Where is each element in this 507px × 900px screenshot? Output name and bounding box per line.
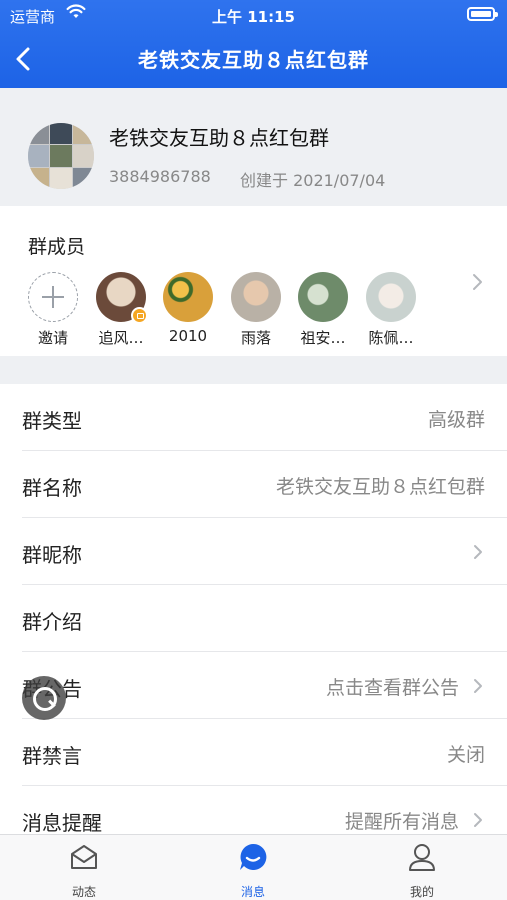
chevron-right-icon bbox=[474, 545, 482, 559]
row-group-mute[interactable]: 群禁言 关闭 bbox=[0, 719, 507, 786]
row-value: 点击查看群公告 bbox=[325, 677, 459, 699]
members-section: 群成员 邀请 追风… 2010 雨落 祖安… 陈佩… bbox=[0, 206, 507, 356]
member-name: 祖安… bbox=[300, 329, 346, 347]
avatar bbox=[231, 272, 281, 322]
member-item[interactable]: 陈佩… bbox=[361, 272, 421, 348]
nav-bar: 老铁交友互助８点红包群 bbox=[0, 30, 507, 88]
member-item[interactable]: 追风… bbox=[91, 272, 151, 348]
assistive-float-button[interactable] bbox=[22, 676, 66, 720]
group-name: 老铁交友互助８点红包群 bbox=[109, 126, 329, 150]
lock-badge-icon bbox=[131, 307, 148, 324]
back-arrow-icon[interactable] bbox=[6, 41, 42, 77]
member-name: 邀请 bbox=[37, 329, 68, 347]
chat-bubble-icon bbox=[240, 843, 267, 870]
row-label: 群禁言 bbox=[22, 744, 82, 768]
row-label: 群名称 bbox=[22, 476, 82, 500]
user-icon bbox=[409, 844, 435, 871]
chevron-right-icon[interactable] bbox=[469, 272, 485, 292]
battery-icon bbox=[467, 7, 498, 21]
member-name: 2010 bbox=[168, 327, 208, 345]
members-label: 群成员 bbox=[28, 236, 86, 258]
tab-messages[interactable]: 消息 bbox=[213, 841, 293, 900]
avatar bbox=[366, 272, 416, 322]
row-value: 关闭 bbox=[446, 744, 485, 766]
member-item[interactable]: 祖安… bbox=[293, 272, 353, 348]
member-name: 雨落 bbox=[240, 329, 271, 347]
header: 运营商 上午 11:15 老铁交友互助８点红包群 bbox=[0, 0, 507, 88]
avatar bbox=[298, 272, 348, 322]
row-label: 群类型 bbox=[22, 409, 82, 433]
row-group-notice[interactable]: 群公告 点击查看群公告 bbox=[0, 652, 507, 719]
row-value: 提醒所有消息 bbox=[344, 811, 459, 833]
group-created-date: 创建于 2021/07/04 bbox=[240, 171, 386, 190]
row-message-reminder[interactable]: 消息提醒 提醒所有消息 bbox=[0, 786, 507, 834]
group-info-card: 老铁交友互助８点红包群 3884986788 创建于 2021/07/04 bbox=[0, 88, 507, 206]
tab-mine[interactable]: 我的 bbox=[382, 841, 462, 900]
status-bar: 运营商 上午 11:15 bbox=[0, 0, 507, 30]
row-group-type[interactable]: 群类型 高级群 bbox=[0, 384, 507, 451]
chevron-right-icon bbox=[474, 679, 482, 693]
row-label: 群介绍 bbox=[22, 610, 82, 634]
member-name: 陈佩… bbox=[368, 329, 414, 347]
avatar bbox=[163, 272, 213, 322]
group-avatar[interactable] bbox=[28, 123, 94, 189]
mail-icon bbox=[71, 845, 97, 869]
row-group-intro[interactable]: 群介绍 bbox=[0, 585, 507, 652]
chevron-right-icon bbox=[474, 813, 482, 827]
status-time: 上午 11:15 bbox=[212, 8, 295, 26]
group-id: 3884986788 bbox=[109, 167, 211, 186]
tab-moments[interactable]: 动态 bbox=[44, 841, 124, 900]
row-group-name[interactable]: 群名称 老铁交友互助８点红包群 bbox=[0, 451, 507, 518]
member-name: 追风… bbox=[98, 329, 144, 347]
settings-list: 群类型 高级群 群名称 老铁交友互助８点红包群 群昵称 群介绍 群公告 点击查看… bbox=[0, 384, 507, 834]
add-icon bbox=[28, 272, 78, 322]
row-group-nickname[interactable]: 群昵称 bbox=[0, 518, 507, 585]
avatar bbox=[96, 272, 148, 324]
row-label: 群昵称 bbox=[22, 543, 82, 567]
member-item[interactable]: 雨落 bbox=[226, 272, 286, 348]
tab-label: 我的 bbox=[409, 885, 434, 899]
tab-label: 消息 bbox=[240, 885, 265, 899]
tab-label: 动态 bbox=[71, 885, 96, 899]
member-item[interactable]: 2010 bbox=[158, 272, 218, 345]
tab-bar: 动态 消息 我的 bbox=[0, 834, 507, 900]
row-value: 老铁交友互助８点红包群 bbox=[275, 476, 485, 498]
row-value: 高级群 bbox=[427, 409, 485, 431]
row-label: 消息提醒 bbox=[22, 811, 102, 834]
invite-member-button[interactable]: 邀请 bbox=[23, 272, 83, 348]
page-title: 老铁交友互助８点红包群 bbox=[138, 48, 369, 72]
